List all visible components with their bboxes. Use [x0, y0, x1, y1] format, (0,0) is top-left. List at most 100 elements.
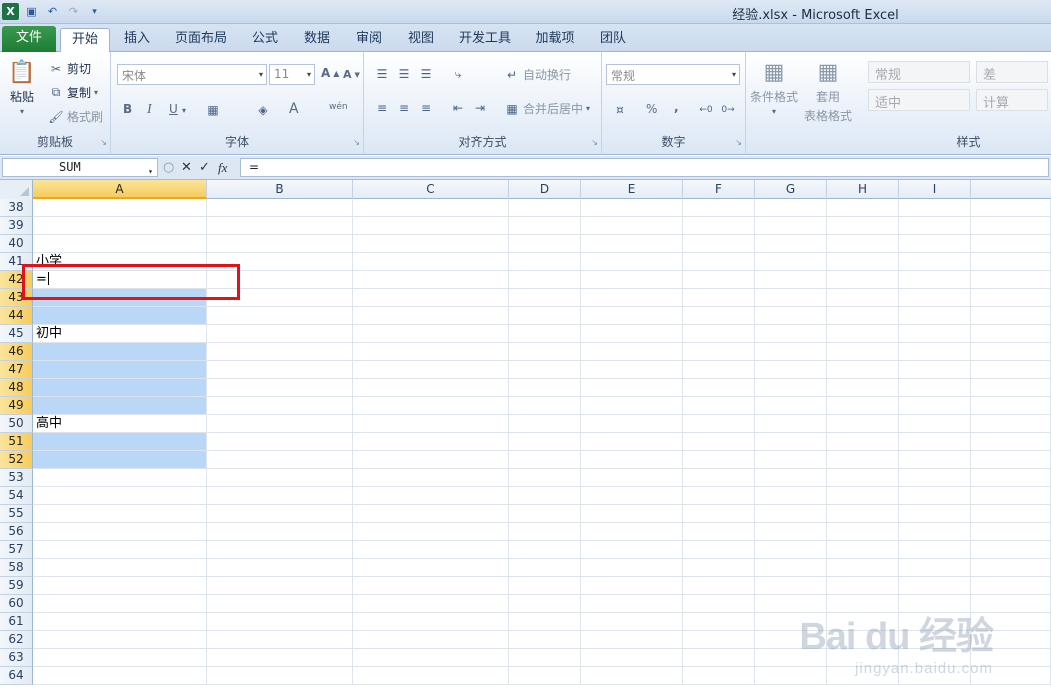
- row-header[interactable]: 54: [0, 487, 33, 505]
- cell[interactable]: [353, 487, 509, 505]
- cell[interactable]: [207, 199, 353, 217]
- cell[interactable]: [509, 433, 581, 451]
- cell[interactable]: [899, 397, 971, 415]
- cell[interactable]: [581, 667, 683, 685]
- cell[interactable]: [353, 559, 509, 577]
- row-header[interactable]: 64: [0, 667, 33, 685]
- align-left-icon[interactable]: ≡: [374, 100, 390, 116]
- cell[interactable]: [353, 541, 509, 559]
- cell[interactable]: [353, 433, 509, 451]
- cell-a[interactable]: [33, 235, 207, 253]
- cell[interactable]: [353, 613, 509, 631]
- cell[interactable]: [899, 289, 971, 307]
- cell[interactable]: [581, 631, 683, 649]
- cell[interactable]: [207, 487, 353, 505]
- cell[interactable]: [581, 325, 683, 343]
- cell[interactable]: [353, 343, 509, 361]
- cell[interactable]: [581, 649, 683, 667]
- cell[interactable]: [509, 595, 581, 613]
- cell[interactable]: [509, 199, 581, 217]
- border-icon[interactable]: ▦: [205, 102, 221, 118]
- align-middle-icon[interactable]: ☰: [396, 66, 412, 82]
- cell[interactable]: [971, 469, 1051, 487]
- cell[interactable]: [683, 451, 755, 469]
- cell-a[interactable]: =: [33, 271, 207, 289]
- dialog-launcher-icon[interactable]: ↘: [353, 138, 360, 147]
- cell[interactable]: [353, 649, 509, 667]
- cell[interactable]: [509, 451, 581, 469]
- align-center-icon[interactable]: ≡: [396, 100, 412, 116]
- tab-addins[interactable]: 加载项: [528, 28, 582, 52]
- cell[interactable]: [509, 397, 581, 415]
- cell[interactable]: [509, 541, 581, 559]
- cell[interactable]: [353, 667, 509, 685]
- cell[interactable]: [971, 505, 1051, 523]
- cell-a[interactable]: [33, 361, 207, 379]
- row-header[interactable]: 41: [0, 253, 33, 271]
- cell-a[interactable]: 高中: [33, 415, 207, 433]
- column-header-H[interactable]: H: [827, 180, 899, 199]
- row-header[interactable]: 53: [0, 469, 33, 487]
- cell[interactable]: [683, 613, 755, 631]
- row-header[interactable]: 40: [0, 235, 33, 253]
- cell[interactable]: [827, 433, 899, 451]
- cell[interactable]: [755, 199, 827, 217]
- cell[interactable]: [509, 253, 581, 271]
- cell-a[interactable]: 小学: [33, 253, 207, 271]
- wrap-text-button[interactable]: ↵ 自动换行: [504, 66, 571, 83]
- cell[interactable]: [581, 595, 683, 613]
- font-color-button[interactable]: A: [289, 101, 299, 117]
- underline-button[interactable]: U: [169, 102, 178, 116]
- italic-button[interactable]: I: [147, 102, 152, 118]
- cell[interactable]: [899, 343, 971, 361]
- cell[interactable]: [755, 343, 827, 361]
- insert-function-icon[interactable]: fx: [218, 160, 227, 176]
- cell-a[interactable]: [33, 577, 207, 595]
- cell-a[interactable]: [33, 199, 207, 217]
- cell[interactable]: [581, 433, 683, 451]
- cell-a[interactable]: 初中: [33, 325, 207, 343]
- cell-a[interactable]: [33, 649, 207, 667]
- cell[interactable]: [207, 541, 353, 559]
- cell[interactable]: [353, 451, 509, 469]
- cell-a[interactable]: [33, 289, 207, 307]
- cell[interactable]: [827, 325, 899, 343]
- cell[interactable]: [581, 523, 683, 541]
- cell[interactable]: [353, 595, 509, 613]
- cell[interactable]: [755, 361, 827, 379]
- cell[interactable]: [353, 235, 509, 253]
- cell[interactable]: [971, 397, 1051, 415]
- cell[interactable]: [971, 253, 1051, 271]
- cell[interactable]: [755, 397, 827, 415]
- cell[interactable]: [971, 217, 1051, 235]
- row-header[interactable]: 38: [0, 199, 33, 217]
- cell[interactable]: [899, 505, 971, 523]
- column-header-B[interactable]: B: [207, 180, 353, 199]
- cell[interactable]: [899, 199, 971, 217]
- tab-data[interactable]: 数据: [296, 28, 338, 52]
- cell[interactable]: [899, 541, 971, 559]
- cell[interactable]: [207, 433, 353, 451]
- cell[interactable]: [755, 307, 827, 325]
- cell[interactable]: [755, 325, 827, 343]
- cell[interactable]: [509, 487, 581, 505]
- tab-file[interactable]: 文件: [2, 26, 56, 52]
- cell[interactable]: [509, 559, 581, 577]
- cut-button[interactable]: ✂ 剪切: [48, 60, 91, 77]
- cell[interactable]: [827, 199, 899, 217]
- cell[interactable]: [509, 235, 581, 253]
- cell-a[interactable]: [33, 667, 207, 685]
- cell[interactable]: [509, 271, 581, 289]
- dialog-launcher-icon[interactable]: ↘: [591, 138, 598, 147]
- formula-input[interactable]: =: [240, 158, 1049, 177]
- cell[interactable]: [509, 361, 581, 379]
- cell[interactable]: [899, 379, 971, 397]
- cell[interactable]: [899, 307, 971, 325]
- cell[interactable]: [827, 235, 899, 253]
- cell[interactable]: [353, 523, 509, 541]
- cell[interactable]: [581, 199, 683, 217]
- phonetic-button[interactable]: wén: [329, 102, 348, 112]
- cell[interactable]: [971, 559, 1051, 577]
- cell[interactable]: [827, 307, 899, 325]
- cell[interactable]: [207, 559, 353, 577]
